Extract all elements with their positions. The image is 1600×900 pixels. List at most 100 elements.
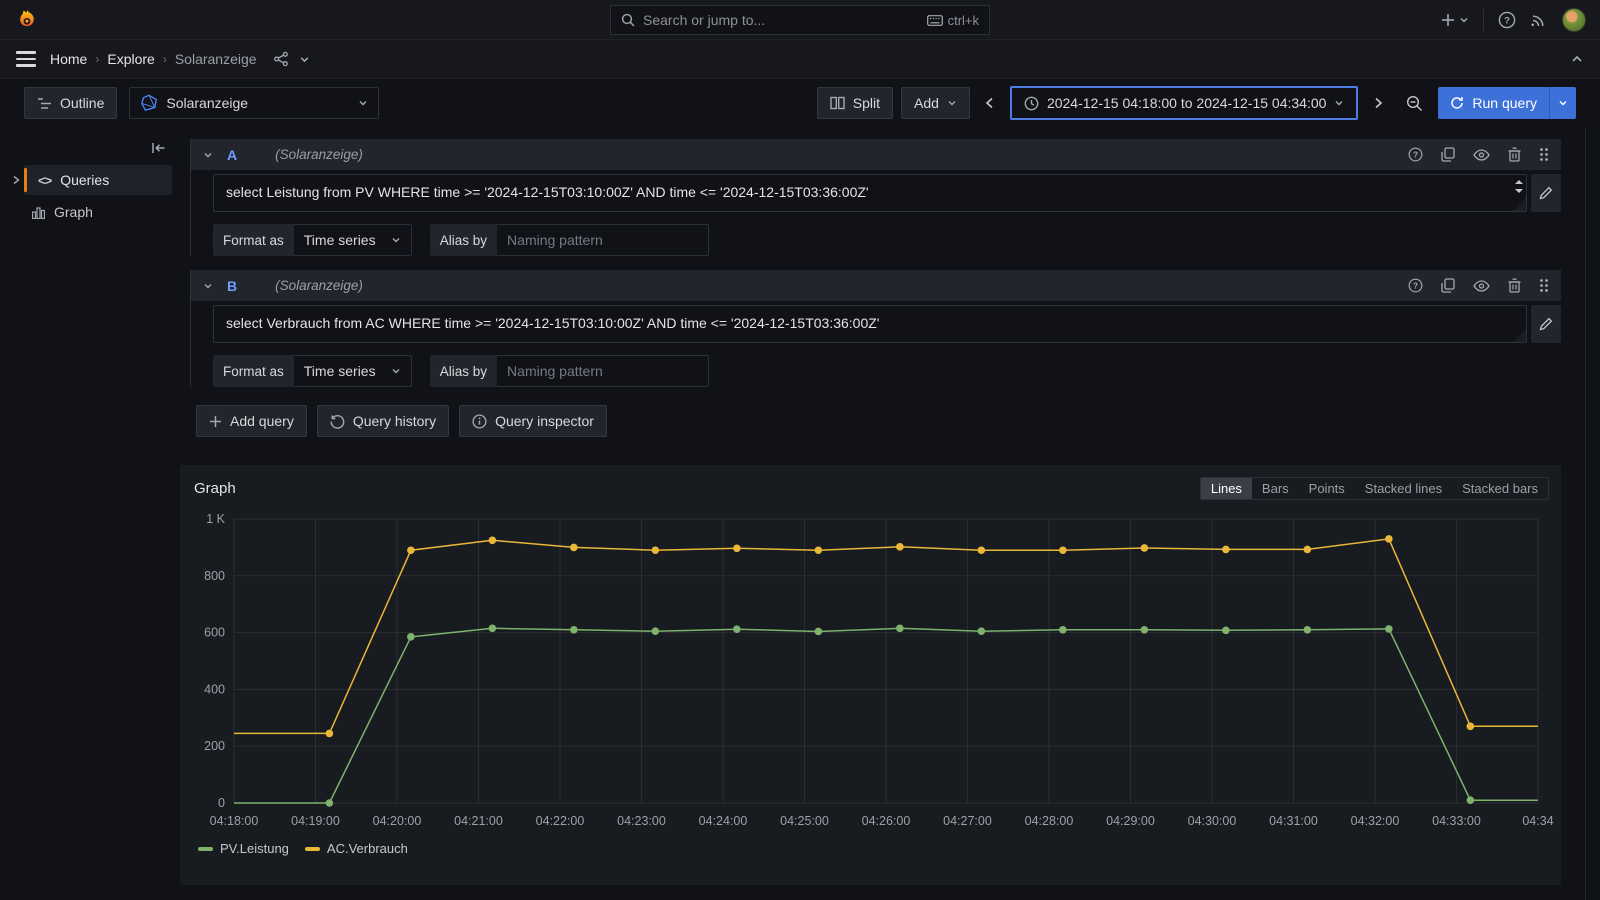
- search-input[interactable]: Search or jump to... ctrl+k: [610, 5, 990, 35]
- chevron-down-icon[interactable]: [299, 54, 310, 65]
- plus-icon: [209, 415, 222, 428]
- svg-text:0: 0: [218, 796, 225, 810]
- svg-text:04:28:00: 04:28:00: [1025, 814, 1074, 828]
- legend-item-pv-leistung[interactable]: PV.Leistung: [198, 841, 289, 856]
- run-query-caret[interactable]: [1549, 87, 1576, 119]
- format-as-select[interactable]: Time series: [294, 224, 412, 256]
- collapse-pane-icon[interactable]: [151, 141, 166, 155]
- time-shift-back-button[interactable]: [978, 87, 1002, 119]
- split-button[interactable]: Split: [817, 87, 893, 119]
- time-series-chart[interactable]: 02004006008001 K04:18:0004:19:0004:20:00…: [192, 503, 1548, 839]
- mode-points[interactable]: Points: [1299, 478, 1355, 499]
- query-inspector-button[interactable]: Query inspector: [459, 405, 607, 437]
- svg-text:04:30:00: 04:30:00: [1188, 814, 1237, 828]
- alias-input[interactable]: [497, 355, 709, 387]
- query-ref[interactable]: A: [227, 147, 237, 163]
- breadcrumb-separator: ›: [163, 52, 167, 66]
- panel-title: Graph: [192, 480, 236, 497]
- duplicate-icon[interactable]: [1441, 278, 1455, 293]
- new-menu-button[interactable]: [1441, 13, 1469, 27]
- user-avatar[interactable]: [1562, 8, 1586, 32]
- breadcrumb: Home › Explore › Solaranzeige: [50, 51, 257, 67]
- search-shortcut: ctrl+k: [927, 13, 979, 28]
- chevron-down-icon: [358, 98, 368, 108]
- graph-style-radio-group: Lines Bars Points Stacked lines Stacked …: [1200, 477, 1549, 500]
- nav-divider: [1483, 9, 1484, 31]
- query-editor-row-a: A (Solaranzeige) ? select Leistung from …: [190, 139, 1561, 256]
- sidebar-item-graph[interactable]: Graph: [8, 197, 172, 227]
- run-query-button[interactable]: Run query: [1438, 87, 1576, 119]
- alias-input[interactable]: [497, 224, 709, 256]
- duplicate-icon[interactable]: [1441, 147, 1455, 162]
- outline-icon: [37, 97, 52, 110]
- resize-handle[interactable]: [1513, 198, 1526, 211]
- eye-icon[interactable]: [1473, 149, 1490, 161]
- mode-lines[interactable]: Lines: [1201, 478, 1252, 499]
- trash-icon[interactable]: [1508, 147, 1521, 162]
- breadcrumb-current: Solaranzeige: [175, 51, 257, 67]
- legend-item-ac-verbrauch[interactable]: AC.Verbrauch: [305, 841, 408, 856]
- time-shift-forward-button[interactable]: [1366, 87, 1390, 119]
- share-icon[interactable]: [273, 51, 289, 67]
- query-header-b[interactable]: B (Solaranzeige) ?: [191, 270, 1561, 301]
- query-editor-row-b: B (Solaranzeige) ? select Verbrauch from…: [190, 270, 1561, 387]
- breadcrumb-bar: Home › Explore › Solaranzeige: [0, 40, 1600, 79]
- svg-text:400: 400: [204, 682, 225, 696]
- chevron-down-icon: [391, 366, 401, 376]
- mode-bars[interactable]: Bars: [1252, 478, 1299, 499]
- chevron-down-icon[interactable]: [203, 150, 213, 160]
- svg-text:04:21:00: 04:21:00: [454, 814, 503, 828]
- explore-toolbar: Outline Solaranzeige Split Add: [0, 79, 1600, 127]
- outline-button[interactable]: Outline: [24, 87, 117, 119]
- datasource-icon: [140, 94, 158, 112]
- breadcrumb-home[interactable]: Home: [50, 51, 87, 67]
- datasource-picker[interactable]: Solaranzeige: [129, 87, 379, 119]
- datasource-value: Solaranzeige: [166, 95, 248, 111]
- help-circle-icon[interactable]: ?: [1408, 278, 1423, 293]
- time-range-picker[interactable]: 2024-12-15 04:18:00 to 2024-12-15 04:34:…: [1010, 86, 1358, 120]
- svg-text:800: 800: [204, 569, 225, 583]
- edit-query-button[interactable]: [1531, 174, 1561, 212]
- sql-query-input[interactable]: select Verbrauch from AC WHERE time >= '…: [213, 305, 1527, 343]
- chevron-down-icon[interactable]: [203, 281, 213, 291]
- collapse-up-icon[interactable]: [1570, 52, 1584, 66]
- eye-icon[interactable]: [1473, 280, 1490, 292]
- sql-query-input[interactable]: select Leistung from PV WHERE time >= '2…: [213, 174, 1527, 212]
- mode-stacked-lines[interactable]: Stacked lines: [1355, 478, 1452, 499]
- code-icon: <>: [38, 173, 51, 188]
- news-icon[interactable]: [1530, 11, 1548, 29]
- mode-stacked-bars[interactable]: Stacked bars: [1452, 478, 1548, 499]
- drag-handle-icon[interactable]: [1539, 278, 1549, 293]
- chevron-right-icon[interactable]: [8, 175, 24, 185]
- search-icon: [621, 13, 635, 27]
- breadcrumb-explore[interactable]: Explore: [107, 51, 154, 67]
- spinner-arrows-icon[interactable]: [1514, 179, 1524, 194]
- graph-panel: Graph Lines Bars Points Stacked lines St…: [180, 465, 1561, 885]
- svg-text:04:26:00: 04:26:00: [862, 814, 911, 828]
- query-history-button[interactable]: Query history: [317, 405, 449, 437]
- explore-outline-sidebar: <> Queries Graph: [0, 127, 180, 900]
- query-header-a[interactable]: A (Solaranzeige) ?: [191, 139, 1561, 170]
- trash-icon[interactable]: [1508, 278, 1521, 293]
- menu-toggle-icon[interactable]: [16, 51, 36, 67]
- format-as-select[interactable]: Time series: [294, 355, 412, 387]
- svg-text:04:23:00: 04:23:00: [617, 814, 666, 828]
- add-button[interactable]: Add: [901, 87, 970, 119]
- edit-query-button[interactable]: [1531, 305, 1561, 343]
- add-query-button[interactable]: Add query: [196, 405, 307, 437]
- resize-handle[interactable]: [1513, 329, 1526, 342]
- svg-text:04:19:00: 04:19:00: [291, 814, 340, 828]
- format-as-label: Format as: [213, 224, 294, 256]
- help-icon[interactable]: ?: [1498, 11, 1516, 29]
- drag-handle-icon[interactable]: [1539, 147, 1549, 162]
- sidebar-item-queries[interactable]: <> Queries: [8, 165, 172, 195]
- query-ref[interactable]: B: [227, 278, 237, 294]
- zoom-out-button[interactable]: [1398, 87, 1430, 119]
- chevron-down-icon: [391, 235, 401, 245]
- legend-swatch: [198, 847, 213, 851]
- help-circle-icon[interactable]: ?: [1408, 147, 1423, 162]
- grafana-logo[interactable]: [14, 7, 40, 33]
- clock-icon: [1024, 96, 1039, 111]
- svg-text:04:32:00: 04:32:00: [1351, 814, 1400, 828]
- chevron-down-icon: [947, 98, 957, 108]
